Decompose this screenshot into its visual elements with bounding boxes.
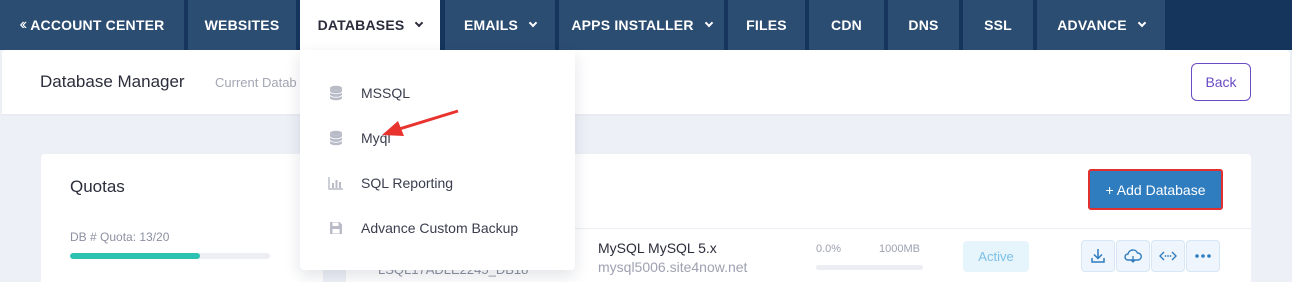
bar-chart-icon <box>328 175 344 191</box>
download-icon <box>1091 249 1105 263</box>
more-horizontal-icon <box>1195 254 1211 258</box>
tab-label: ACCOUNT CENTER <box>30 17 165 33</box>
tab-label: ADVANCE <box>1057 17 1127 33</box>
connection-button[interactable] <box>1151 240 1185 272</box>
tab-label: DATABASES <box>317 17 405 33</box>
dropdown-item-advance-custom-backup[interactable]: Advance Custom Backup <box>300 213 575 243</box>
add-database-button[interactable]: + Add Database <box>1088 169 1223 210</box>
more-options-button[interactable] <box>1186 240 1220 272</box>
page-title: Database Manager <box>40 72 185 91</box>
chevron-down-icon <box>1137 18 1147 28</box>
dropdown-item-sql-reporting[interactable]: SQL Reporting <box>300 168 575 198</box>
save-icon <box>328 220 344 236</box>
tab-label: EMAILS <box>463 17 519 33</box>
code-connect-icon <box>1159 251 1177 261</box>
tab-cdn[interactable]: CDN <box>809 0 884 50</box>
tab-ssl[interactable]: SSL <box>963 0 1033 50</box>
tab-label: APPS INSTALLER <box>571 17 694 33</box>
tab-emails[interactable]: EMAILS <box>445 0 555 50</box>
double-chevron-left-icon: ‹‹ <box>19 16 27 33</box>
cloud-sync-button[interactable] <box>1116 240 1150 272</box>
database-host: mysql5006.site4now.net <box>598 259 748 275</box>
tab-label: SSL <box>984 17 1012 33</box>
database-icon <box>328 130 344 146</box>
database-limit: 1000MB <box>879 243 920 255</box>
tab-dns[interactable]: DNS <box>888 0 959 50</box>
database-icon <box>328 85 344 101</box>
db-quota-label: DB # Quota: 13/20 <box>70 230 170 244</box>
tab-databases[interactable]: DATABASES <box>300 0 440 50</box>
quotas-card <box>41 154 323 282</box>
tab-label: WEBSITES <box>204 17 280 33</box>
tab-files[interactable]: FILES <box>728 0 805 50</box>
dropdown-item-mssql[interactable]: MSSQL <box>300 78 575 108</box>
page-subtitle: Current Datab <box>215 75 297 90</box>
dropdown-item-label: MSSQL <box>361 85 411 101</box>
chevron-down-icon <box>528 18 538 28</box>
back-button[interactable]: Back <box>1191 63 1251 101</box>
dropdown-item-mysql[interactable]: Myql <box>300 123 575 153</box>
download-button[interactable] <box>1081 240 1115 272</box>
tab-apps-installer[interactable]: APPS INSTALLER <box>559 0 724 50</box>
dropdown-item-label: Myql <box>361 130 391 146</box>
tab-advance[interactable]: ADVANCE <box>1037 0 1165 50</box>
top-navigation: ‹‹ ACCOUNT CENTER WEBSITES DATABASES EMA… <box>0 0 1292 50</box>
database-type: MySQL MySQL 5.x <box>598 240 717 256</box>
database-usage-bar <box>816 265 923 270</box>
tab-label: CDN <box>831 17 862 33</box>
tab-account-center[interactable]: ‹‹ ACCOUNT CENTER <box>0 0 184 50</box>
database-usage: 0.0% <box>816 243 842 255</box>
dropdown-item-label: SQL Reporting <box>361 175 454 191</box>
chevron-down-icon <box>704 18 713 28</box>
db-quota-bar <box>70 253 270 259</box>
page-header <box>2 50 1290 114</box>
db-quota-bar-fill <box>70 253 200 259</box>
tab-label: FILES <box>746 17 787 33</box>
dropdown-item-label: Advance Custom Backup <box>361 220 519 236</box>
cloud-icon <box>1124 249 1142 263</box>
quotas-title: Quotas <box>70 177 125 196</box>
tab-websites[interactable]: WEBSITES <box>188 0 296 50</box>
chevron-down-icon <box>415 18 424 28</box>
status-badge: Active <box>963 241 1029 272</box>
tab-label: DNS <box>908 17 939 33</box>
